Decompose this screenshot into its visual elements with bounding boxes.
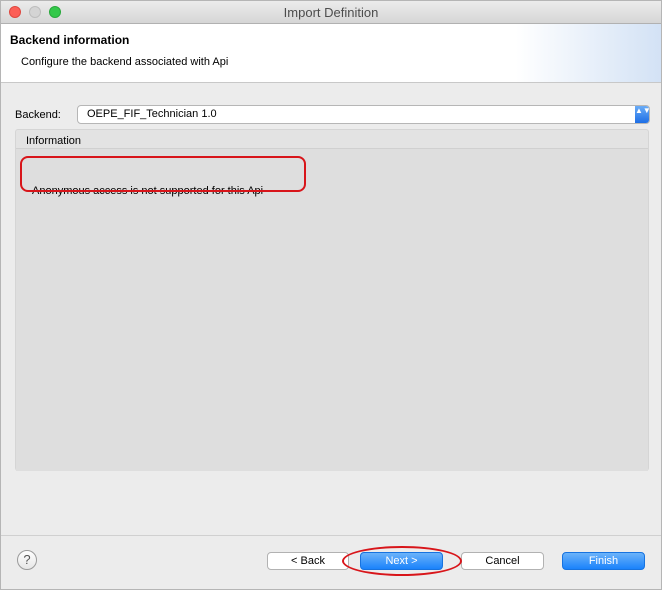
footer-divider [1,535,661,536]
information-message-annotation [20,156,306,192]
page-description: Configure the backend associated with Ap… [21,56,229,68]
information-panel: Anonymous access is not supported for th… [16,148,648,471]
page-title: Backend information [10,33,130,47]
window-title: Import Definition [283,5,379,20]
import-definition-dialog: Import Definition Backend information Co… [0,0,662,590]
help-icon[interactable]: ? [17,550,37,570]
select-arrows-icon[interactable]: ▲▼ [635,106,651,123]
cancel-button[interactable]: Cancel [461,552,544,570]
backend-select[interactable]: OEPE_FIF_Technician 1.0 ▲▼ [77,105,651,124]
next-button-annotation [342,546,462,576]
wizard-header: Backend information Configure the backen… [1,24,661,83]
information-group-label: Information [26,135,82,147]
title-bar[interactable]: Import Definition [1,1,661,24]
backend-select-value: OEPE_FIF_Technician 1.0 [87,108,217,120]
finish-button[interactable]: Finish [562,552,645,570]
back-button[interactable]: < Back [267,552,349,570]
backend-label: Backend: [15,109,61,121]
